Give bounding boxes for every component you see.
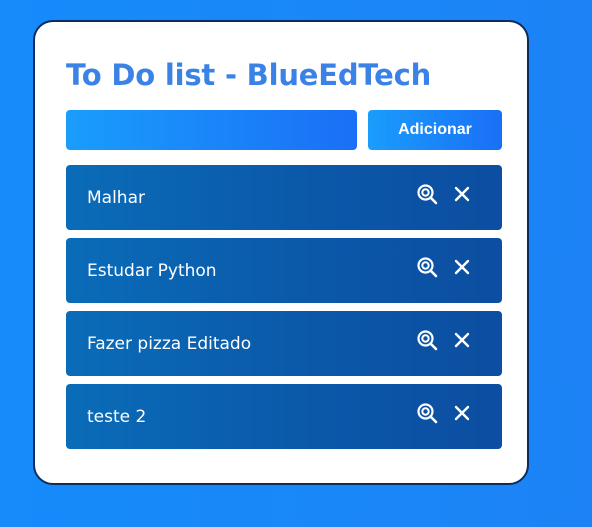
close-icon — [454, 405, 470, 421]
page-title: To Do list - BlueEdTech — [66, 58, 432, 92]
todo-text: Estudar Python — [87, 261, 217, 281]
delete-button[interactable] — [450, 255, 474, 279]
search-edit-icon — [417, 403, 438, 424]
edit-button[interactable] — [415, 255, 439, 279]
search-edit-icon — [417, 330, 438, 351]
todo-item: Fazer pizza Editado — [66, 311, 502, 376]
edit-button[interactable] — [415, 328, 439, 352]
todo-item: Estudar Python — [66, 238, 502, 303]
edit-button[interactable] — [415, 401, 439, 425]
todo-text: Malhar — [87, 188, 145, 208]
close-icon — [454, 259, 470, 275]
todo-list: Malhar Estudar Python Fazer pizza Editad… — [66, 165, 502, 457]
todo-text: teste 2 — [87, 407, 147, 427]
todo-input[interactable] — [66, 110, 357, 150]
delete-button[interactable] — [450, 401, 474, 425]
todo-item: Malhar — [66, 165, 502, 230]
delete-button[interactable] — [450, 328, 474, 352]
todo-item: teste 2 — [66, 384, 502, 449]
add-todo-form: Adicionar — [66, 110, 502, 150]
close-icon — [454, 332, 470, 348]
edit-button[interactable] — [415, 182, 439, 206]
todo-card: To Do list - BlueEdTech Adicionar Malhar — [33, 20, 529, 485]
search-edit-icon — [417, 257, 438, 278]
search-edit-icon — [417, 184, 438, 205]
todo-text: Fazer pizza Editado — [87, 334, 252, 354]
delete-button[interactable] — [450, 182, 474, 206]
close-icon — [454, 186, 470, 202]
add-button[interactable]: Adicionar — [368, 110, 502, 150]
